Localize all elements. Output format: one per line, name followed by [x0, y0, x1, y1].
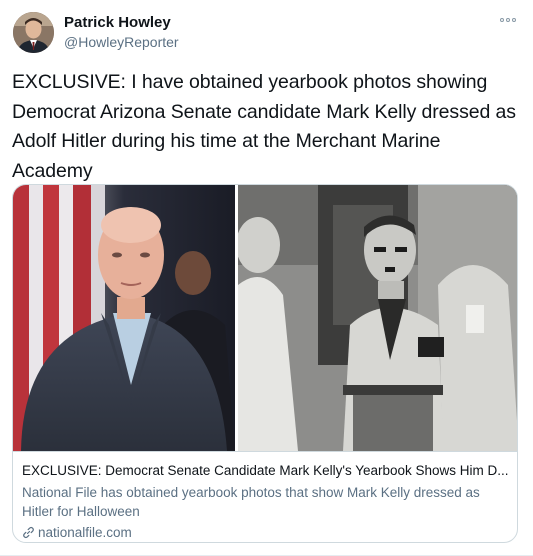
card-image: [13, 185, 517, 451]
tweet-text: EXCLUSIVE: I have obtained yearbook phot…: [12, 71, 516, 182]
tweet[interactable]: Patrick Howley @HowleyReporter EXCLUSIVE…: [0, 0, 533, 556]
author-display-name[interactable]: Patrick Howley: [64, 13, 179, 32]
card-domain[interactable]: nationalfile.com: [22, 523, 508, 542]
card-domain-text: nationalfile.com: [38, 525, 132, 540]
card-title[interactable]: EXCLUSIVE: Democrat Senate Candidate Mar…: [22, 461, 508, 480]
card-body: EXCLUSIVE: Democrat Senate Candidate Mar…: [13, 451, 517, 542]
card-photo-right: [238, 185, 517, 451]
author-handle[interactable]: @HowleyReporter: [64, 33, 179, 52]
link-preview-card[interactable]: EXCLUSIVE: Democrat Senate Candidate Mar…: [12, 184, 518, 543]
card-photo-left: [13, 185, 235, 451]
more-options-button[interactable]: [497, 12, 519, 28]
more-options-icon: [500, 18, 516, 22]
card-description: National File has obtained yearbook phot…: [22, 485, 480, 519]
tweet-author: Patrick Howley @HowleyReporter: [64, 13, 179, 52]
link-icon: [22, 526, 35, 539]
user-avatar[interactable]: [13, 12, 54, 53]
